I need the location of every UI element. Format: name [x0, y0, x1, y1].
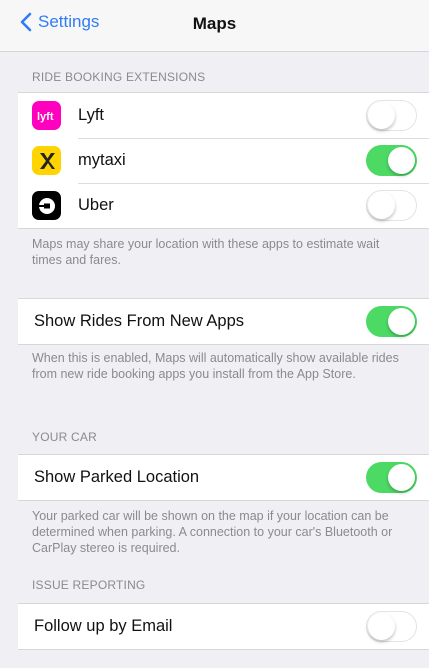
show-parked-label: Show Parked Location	[34, 468, 200, 486]
list-item-show-rides-new-apps: Show Rides From New Apps	[18, 299, 429, 344]
section-header-ride-booking: RIDE BOOKING EXTENSIONS	[32, 70, 206, 84]
lyft-toggle[interactable]	[366, 100, 417, 131]
app-label-lyft: Lyft	[78, 106, 104, 124]
app-label-uber: Uber	[78, 196, 114, 214]
follow-up-toggle[interactable]	[366, 611, 417, 642]
list-item-follow-up-email: Follow up by Email	[18, 604, 429, 649]
section-header-issue-reporting: ISSUE REPORTING	[32, 578, 146, 592]
navigation-bar: Settings Maps	[0, 0, 429, 52]
page-title: Maps	[192, 14, 237, 33]
list-item-lyft: lyft Lyft	[18, 93, 429, 138]
your-car-group: Show Parked Location	[18, 454, 429, 501]
follow-up-label: Follow up by Email	[34, 617, 173, 635]
mytaxi-toggle[interactable]	[366, 145, 417, 176]
ride-booking-group: lyft Lyft mytaxi Uber	[18, 92, 429, 229]
new-apps-group: Show Rides From New Apps	[18, 298, 429, 345]
lyft-icon: lyft	[32, 101, 61, 130]
section-header-your-car: YOUR CAR	[32, 430, 97, 444]
your-car-footer: Your parked car will be shown on the map…	[32, 509, 393, 555]
issue-reporting-group: Follow up by Email	[18, 603, 429, 650]
show-parked-toggle[interactable]	[366, 462, 417, 493]
new-apps-footer: When this is enabled, Maps will automati…	[32, 351, 399, 381]
app-label-mytaxi: mytaxi	[78, 151, 126, 169]
mytaxi-icon	[32, 146, 61, 175]
uber-icon	[32, 191, 61, 220]
list-item-mytaxi: mytaxi	[18, 138, 429, 183]
show-rides-toggle[interactable]	[366, 306, 417, 337]
uber-toggle[interactable]	[366, 190, 417, 221]
list-item-show-parked-location: Show Parked Location	[18, 455, 429, 500]
ride-booking-footer: Maps may share your location with these …	[32, 237, 380, 267]
svg-text:lyft: lyft	[37, 111, 54, 123]
list-item-uber: Uber	[18, 183, 429, 228]
show-rides-label: Show Rides From New Apps	[34, 312, 244, 330]
